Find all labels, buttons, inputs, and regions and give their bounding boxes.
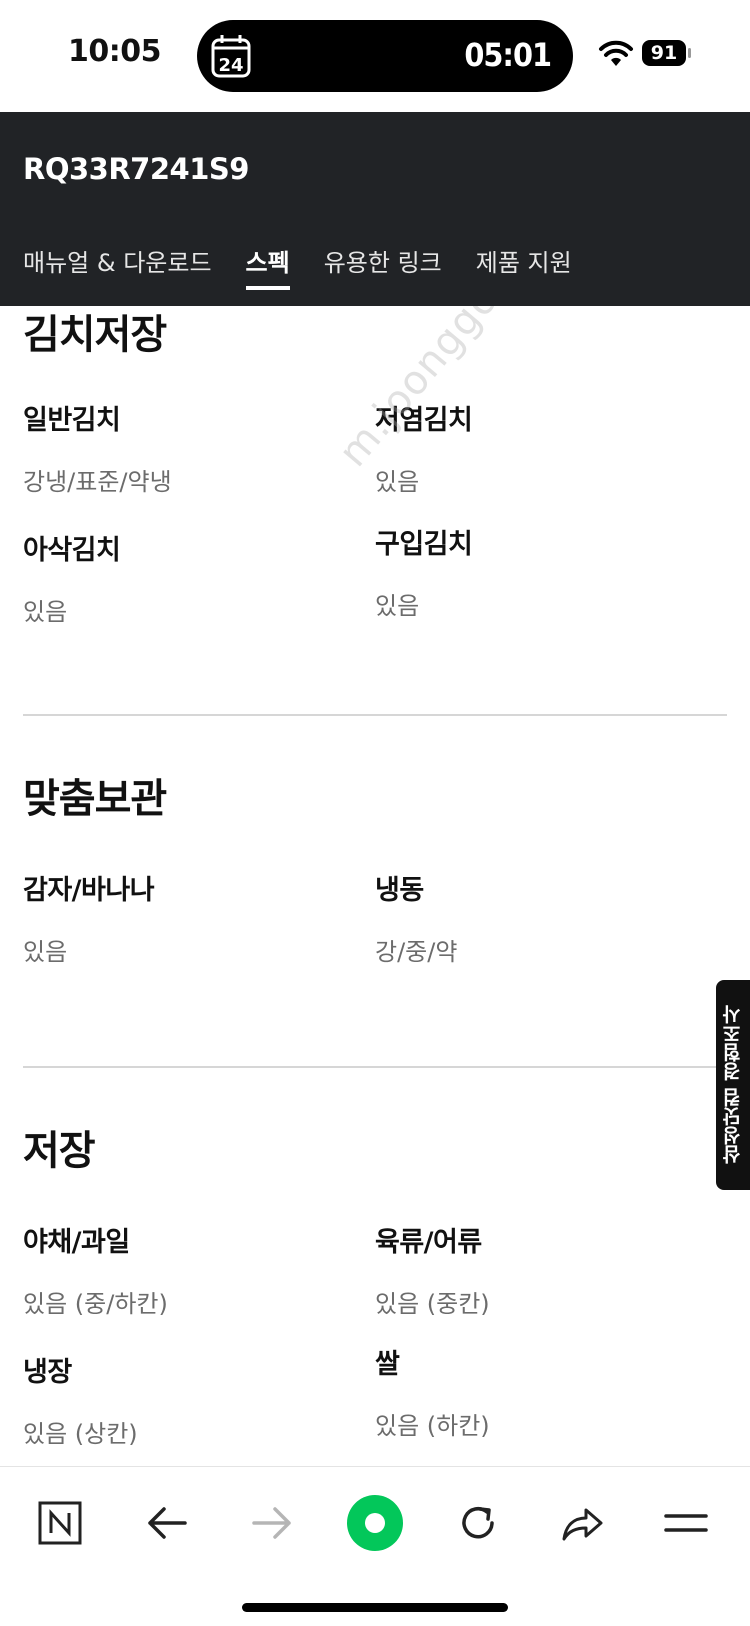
- spec-value: 있음 (중칸): [375, 1290, 490, 1318]
- section-title-kimchi-storage: 김치저장: [23, 312, 167, 358]
- spec-label: 구입김치: [375, 529, 473, 560]
- survey-side-tab[interactable]: 삼성닷컴 경험조사: [716, 980, 750, 1190]
- spec-value: 있음: [375, 468, 420, 496]
- tab-spec[interactable]: 스펙: [245, 243, 290, 293]
- battery-level: 91: [650, 42, 678, 64]
- product-header: RQ33R7241S9 매뉴얼 & 다운로드 스펙 유용한 링크 제품 지원: [0, 112, 750, 306]
- section-title-custom-storage: 맞춤보관: [23, 776, 167, 822]
- spec-value: 강/중/약: [375, 938, 458, 966]
- tab-useful-links[interactable]: 유용한 링크: [324, 243, 442, 293]
- spec-value: 있음 (상칸): [23, 1420, 138, 1448]
- spec-content: 김치저장 일반김치 강냉/표준/약냉 저염김치 있음 아삭김치 있음 구입김치 …: [0, 306, 750, 1466]
- menu-icon: [664, 1514, 708, 1532]
- section-divider: [23, 714, 727, 716]
- back-button[interactable]: [135, 1491, 199, 1555]
- spec-value: 강냉/표준/약냉: [23, 468, 172, 496]
- dynamic-island: 24 05:01: [197, 20, 573, 92]
- model-number: RQ33R7241S9: [23, 152, 249, 186]
- section-divider: [23, 1066, 727, 1068]
- spec-label: 감자/바나나: [23, 875, 155, 906]
- calendar-icon: 24: [211, 35, 251, 78]
- samsung-spec-page: 10:05 24 05:01 91 RQ33R7241S9 매뉴얼 & 다운로드: [0, 0, 750, 1626]
- section-title-storage: 저장: [23, 1128, 96, 1174]
- green-dot-icon: [347, 1495, 403, 1551]
- status-bar: 10:05 24 05:01 91: [0, 0, 750, 112]
- spec-label: 쌀: [375, 1349, 400, 1380]
- tab-manual-download[interactable]: 매뉴얼 & 다운로드: [23, 243, 212, 293]
- spec-label: 냉동: [375, 875, 424, 906]
- spec-value: 있음: [375, 592, 420, 620]
- reload-button[interactable]: [446, 1491, 510, 1555]
- spec-label: 육류/어류: [375, 1227, 482, 1258]
- watermark: m.joonggonara: [330, 306, 569, 476]
- spec-label: 야채/과일: [23, 1227, 130, 1258]
- back-arrow-icon: [148, 1507, 187, 1539]
- reload-icon: [462, 1506, 494, 1539]
- survey-tab-label: 삼성닷컴 경험조사: [722, 1005, 744, 1165]
- calendar-day: 24: [218, 55, 243, 76]
- live-activity-timer: 05:01: [464, 36, 552, 74]
- spec-value: 있음 (하칸): [375, 1412, 490, 1440]
- menu-button[interactable]: [654, 1491, 718, 1555]
- spec-value: 있음 (중/하칸): [23, 1290, 168, 1318]
- home-indicator[interactable]: [242, 1603, 508, 1612]
- spec-label: 아삭김치: [23, 535, 121, 566]
- green-dot-button[interactable]: [343, 1491, 407, 1555]
- naver-n-icon: [38, 1501, 82, 1545]
- share-button[interactable]: [550, 1491, 614, 1555]
- tab-bar: 매뉴얼 & 다운로드 스펙 유용한 링크 제품 지원: [23, 243, 606, 293]
- forward-button[interactable]: [240, 1491, 304, 1555]
- tab-product-support[interactable]: 제품 지원: [476, 243, 572, 293]
- status-time: 10:05: [68, 34, 162, 69]
- forward-arrow-icon: [252, 1507, 291, 1539]
- spec-value: 있음: [23, 598, 68, 626]
- naver-home-button[interactable]: [28, 1491, 92, 1555]
- spec-label: 일반김치: [23, 405, 121, 436]
- browser-toolbar: [0, 1466, 750, 1626]
- spec-value: 있음: [23, 938, 68, 966]
- share-icon: [562, 1508, 603, 1541]
- wifi-icon: [599, 40, 633, 66]
- spec-label: 냉장: [23, 1357, 72, 1388]
